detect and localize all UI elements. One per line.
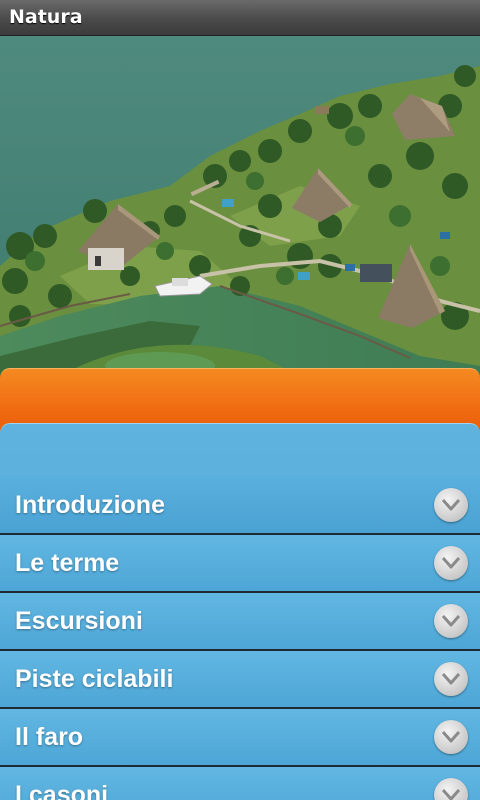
menu-item-label: Le terme bbox=[15, 549, 120, 577]
menu-item-label: I casoni bbox=[15, 781, 109, 800]
menu-item-label: Introduzione bbox=[15, 491, 165, 519]
chevron-down-icon[interactable] bbox=[434, 604, 468, 638]
menu-item-introduzione[interactable]: Introduzione bbox=[0, 477, 480, 535]
chevron-down-icon[interactable] bbox=[434, 488, 468, 522]
menu-item-le-terme[interactable]: Le terme bbox=[0, 535, 480, 593]
lagoon-aerial-image bbox=[0, 36, 480, 376]
menu-item-label: Piste ciclabili bbox=[15, 665, 174, 693]
chevron-down-icon[interactable] bbox=[434, 546, 468, 580]
menu-item-escursioni[interactable]: Escursioni bbox=[0, 593, 480, 651]
menu-item-label: Il faro bbox=[15, 723, 84, 751]
hero-photo bbox=[0, 36, 480, 376]
menu-item-piste-ciclabili[interactable]: Piste ciclabili bbox=[0, 651, 480, 709]
menu-list: Introduzione Le terme Escursioni Piste c… bbox=[0, 477, 480, 800]
chevron-down-icon[interactable] bbox=[434, 720, 468, 754]
menu-item-label: Escursioni bbox=[15, 607, 143, 635]
title-bar: Natura bbox=[0, 0, 480, 36]
chevron-down-icon[interactable] bbox=[434, 778, 468, 800]
menu-item-i-casoni[interactable]: I casoni bbox=[0, 767, 480, 800]
app-title: Natura bbox=[9, 6, 83, 28]
menu-panel: Introduzione Le terme Escursioni Piste c… bbox=[0, 423, 480, 800]
chevron-down-icon[interactable] bbox=[434, 662, 468, 696]
menu-item-il-faro[interactable]: Il faro bbox=[0, 709, 480, 767]
app-screen: Natura Introduzione Le terme Escursioni … bbox=[0, 0, 480, 800]
